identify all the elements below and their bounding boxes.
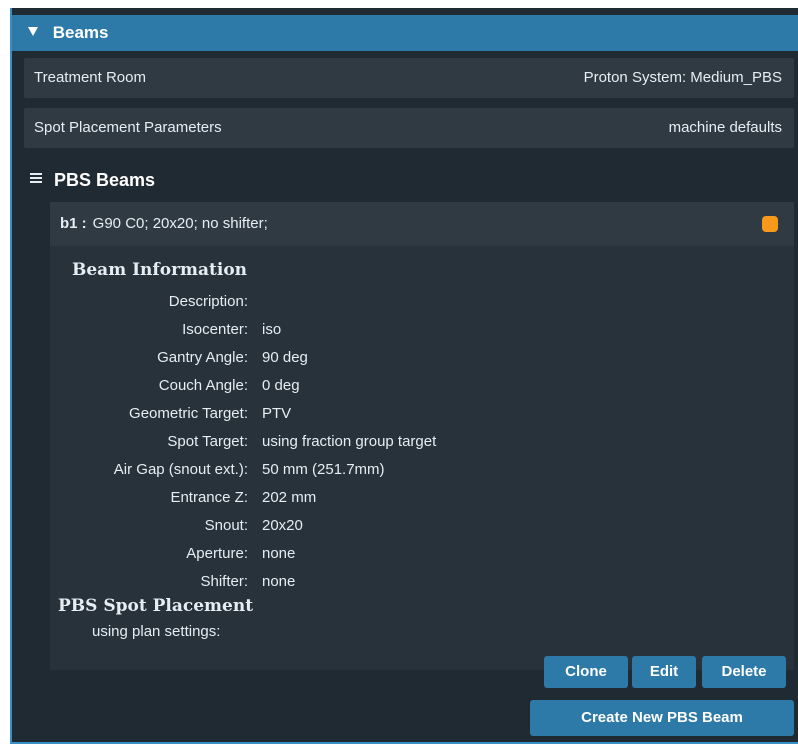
info-row-isocenter: Isocenter: iso: [50, 316, 794, 344]
info-label: Gantry Angle:: [157, 349, 248, 366]
info-value: 202 mm: [262, 489, 317, 506]
info-row-gantry-angle: Gantry Angle: 90 deg: [50, 344, 794, 372]
beam-card: b1 : G90 C0; 20x20; no shifter; Beam Info…: [50, 202, 794, 670]
pbs-spot-placement-setting: using plan settings:: [92, 623, 221, 640]
treatment-room-row[interactable]: Treatment Room Proton System: Medium_PBS: [24, 58, 794, 98]
beam-information-title: Beam Information: [72, 260, 248, 280]
spot-placement-label: Spot Placement Parameters: [34, 119, 222, 136]
delete-button[interactable]: Delete: [702, 656, 786, 688]
create-new-pbs-beam-button[interactable]: Create New PBS Beam: [530, 700, 794, 736]
beam-summary: G90 C0; 20x20; no shifter;: [92, 215, 268, 232]
pbs-beams-title: PBS Beams: [54, 170, 156, 190]
info-value: none: [262, 573, 296, 590]
beam-status-indicator: [762, 216, 778, 232]
info-row-snout: Snout: 20x20: [50, 512, 794, 540]
info-label: Aperture:: [186, 545, 248, 562]
beams-panel-title: Beams: [52, 23, 109, 42]
spot-placement-row[interactable]: Spot Placement Parameters machine defaul…: [24, 108, 794, 148]
info-label: Shifter:: [200, 573, 248, 590]
info-row-shifter: Shifter: none: [50, 568, 794, 596]
info-row-geometric-target: Geometric Target: PTV: [50, 400, 794, 428]
clone-button[interactable]: Clone: [544, 656, 628, 688]
beams-panel: Beams Treatment Room Proton System: Medi…: [10, 8, 798, 744]
pbs-spot-placement-title: PBS Spot Placement: [58, 596, 254, 616]
info-row-couch-angle: Couch Angle: 0 deg: [50, 372, 794, 400]
spot-placement-value: machine defaults: [668, 119, 782, 136]
pbs-beams-section-title: PBS Beams: [30, 162, 155, 198]
info-row-spot-target: Spot Target: using fraction group target: [50, 428, 794, 456]
info-value: none: [262, 545, 296, 562]
info-value: 20x20: [262, 517, 303, 534]
top-edge-strip: [0, 0, 798, 8]
drag-handle-icon[interactable]: [30, 173, 42, 185]
beams-panel-header[interactable]: Beams: [12, 15, 798, 51]
info-label: Snout:: [204, 517, 248, 534]
info-value: 50 mm (251.7mm): [262, 461, 385, 478]
info-value: iso: [262, 321, 282, 338]
info-label: Description:: [168, 293, 248, 310]
info-label: Air Gap (snout ext.):: [113, 461, 248, 478]
info-label: Spot Target:: [167, 433, 248, 450]
collapse-triangle-icon[interactable]: [28, 27, 38, 37]
info-row-air-gap: Air Gap (snout ext.): 50 mm (251.7mm): [50, 456, 794, 484]
treatment-room-value: Proton System: Medium_PBS: [583, 69, 782, 86]
info-label: Entrance Z:: [170, 489, 248, 506]
info-row-aperture: Aperture: none: [50, 540, 794, 568]
edit-button[interactable]: Edit: [632, 656, 696, 688]
treatment-room-label: Treatment Room: [34, 69, 146, 86]
info-value: using fraction group target: [262, 433, 437, 450]
info-label: Couch Angle:: [158, 377, 248, 394]
beam-id: b1 :: [60, 215, 87, 232]
info-row-entrance-z: Entrance Z: 202 mm: [50, 484, 794, 512]
beam-header[interactable]: b1 : G90 C0; 20x20; no shifter;: [50, 202, 794, 246]
info-label: Isocenter:: [182, 321, 248, 338]
info-label: Geometric Target:: [129, 405, 248, 422]
info-row-description: Description:: [50, 288, 794, 316]
info-value: PTV: [262, 405, 292, 422]
info-value: 0 deg: [262, 377, 300, 394]
info-value: 90 deg: [262, 349, 308, 366]
